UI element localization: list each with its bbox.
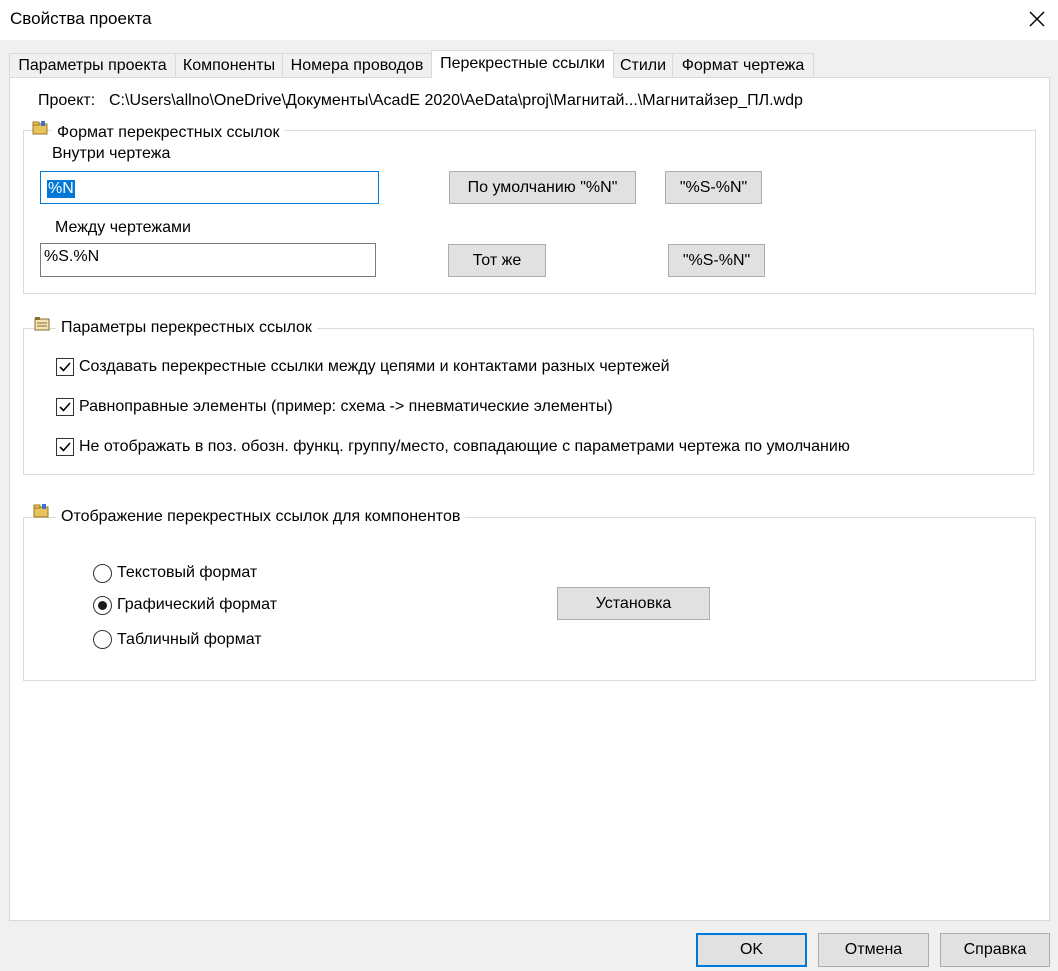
- setup-button[interactable]: Установка: [557, 587, 710, 620]
- between-drawings-value: %S.%N: [44, 248, 100, 265]
- within-drawing-label: Внутри чертежа: [52, 145, 171, 162]
- help-button[interactable]: Справка: [940, 933, 1050, 967]
- within-alt-format-button[interactable]: "%S-%N": [665, 171, 762, 204]
- project-label: Проект:: [38, 92, 96, 109]
- tab-wire-numbers[interactable]: Номера проводов: [282, 53, 432, 76]
- close-button[interactable]: [1020, 2, 1054, 36]
- settings-icon: [34, 317, 50, 331]
- within-drawing-value: %N: [47, 180, 75, 198]
- checkmark-icon: [59, 402, 71, 412]
- default-format-button[interactable]: По умолчанию "%N": [449, 171, 636, 204]
- within-drawing-input[interactable]: %N: [40, 171, 379, 204]
- same-button[interactable]: Тот же: [448, 244, 546, 277]
- text-format-label: Текстовый формат: [117, 564, 258, 581]
- between-drawings-label: Между чертежами: [55, 219, 191, 236]
- format-group-title: Формат перекрестных ссылок: [52, 124, 285, 142]
- tab-cross-references[interactable]: Перекрестные ссылки: [431, 50, 614, 78]
- table-format-label: Табличный формат: [117, 631, 262, 648]
- close-icon: [1029, 11, 1045, 27]
- cancel-button[interactable]: Отмена: [818, 933, 929, 967]
- between-alt-format-button[interactable]: "%S-%N": [668, 244, 765, 277]
- graphic-format-radio[interactable]: [93, 596, 112, 615]
- peer-elements-label: Равноправные элементы (пример: схема -> …: [79, 398, 613, 415]
- folder-icon: [32, 121, 48, 135]
- checkmark-icon: [59, 442, 71, 452]
- checkmark-icon: [59, 362, 71, 372]
- params-group-title: Параметры перекрестных ссылок: [56, 319, 317, 337]
- hide-default-location-checkbox[interactable]: [56, 438, 74, 456]
- window-title: Свойства проекта: [10, 9, 152, 28]
- peer-elements-checkbox[interactable]: [56, 398, 74, 416]
- project-path: C:\Users\allno\OneDrive\Документы\AcadE …: [109, 92, 803, 109]
- ok-button[interactable]: OK: [696, 933, 807, 967]
- folder-icon: [33, 504, 49, 518]
- hide-default-location-label: Не отображать в поз. обозн. функц. групп…: [79, 438, 850, 455]
- tab-styles[interactable]: Стили: [613, 53, 673, 76]
- between-drawings-input[interactable]: %S.%N: [40, 243, 376, 277]
- tab-project-params[interactable]: Параметры проекта: [9, 53, 176, 76]
- text-format-radio[interactable]: [93, 564, 112, 583]
- graphic-format-label: Графический формат: [117, 596, 278, 613]
- create-crossref-checkbox[interactable]: [56, 358, 74, 376]
- create-crossref-label: Создавать перекрестные ссылки между цепя…: [79, 358, 670, 375]
- table-format-radio[interactable]: [93, 630, 112, 649]
- tab-components[interactable]: Компоненты: [175, 53, 283, 76]
- title-bar: Свойства проекта: [0, 0, 1058, 40]
- radio-selected-dot: [98, 601, 107, 610]
- tab-drawing-format[interactable]: Формат чертежа: [672, 53, 814, 76]
- display-group-title: Отображение перекрестных ссылок для комп…: [56, 508, 466, 526]
